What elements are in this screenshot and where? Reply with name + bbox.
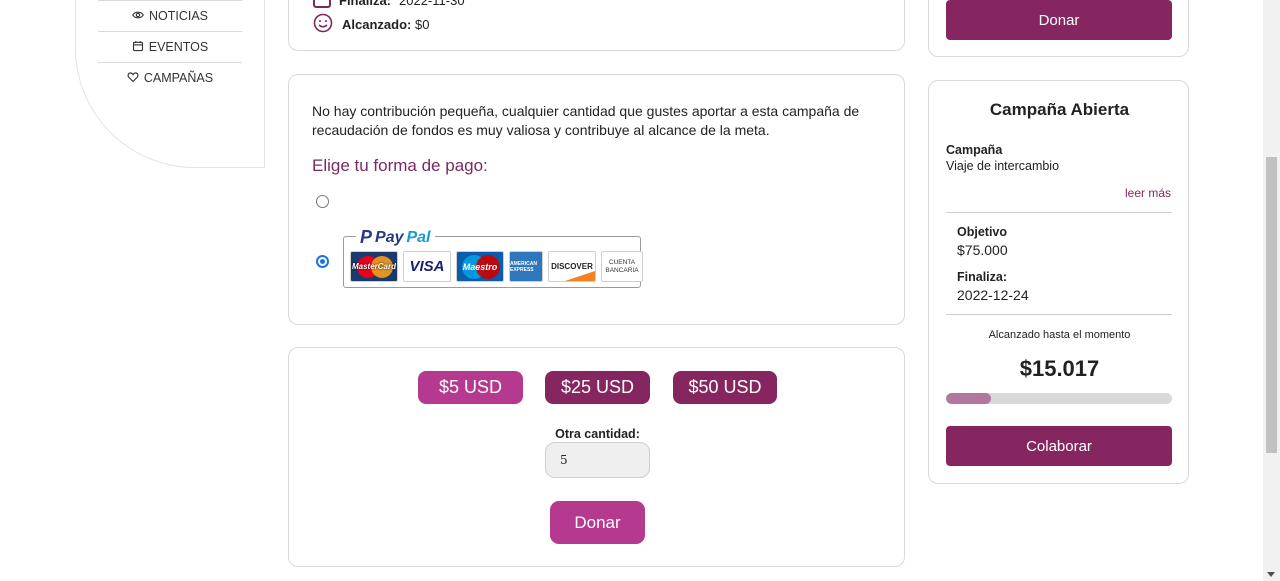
amount-5-button[interactable]: $5 USD [418, 371, 523, 404]
divider [946, 212, 1172, 213]
discover-icon: DISCOVER [548, 251, 596, 282]
nav-item-label: CAMPAÑAS [143, 71, 214, 85]
card-logos: MasterCard VISA Maestro AMERICAN EXPRESS… [350, 251, 643, 282]
otra-cantidad-input[interactable]: 5 [545, 442, 650, 478]
page: NOTICIAS EVENTOS CAMPAÑAS Finaliza: 2022… [0, 0, 1280, 581]
heart-icon [127, 71, 139, 86]
bank-account-icon: CUENTA BANCARIA [601, 251, 643, 282]
otra-cantidad-label: Otra cantidad: [555, 427, 640, 441]
campaign-open-card: Campaña Abierta Campaña Viaje de interca… [928, 80, 1189, 484]
paypal-option[interactable]: P Pay Pal MasterCard VISA Maestro AMERICA… [343, 227, 643, 288]
campana-value: Viaje de intercambio [946, 159, 1060, 173]
mastercard-icon: MasterCard [350, 251, 398, 282]
amount-25-button[interactable]: $25 USD [545, 371, 650, 404]
maestro-icon: Maestro [456, 251, 504, 282]
paypal-icon: P [360, 227, 373, 247]
paypal-logo: P Pay Pal [356, 227, 435, 248]
progress-bar [946, 393, 1172, 404]
payment-title: Elige tu forma de pago: [312, 156, 488, 175]
payment-method-card: No hay contribución pequeña, cualquier c… [288, 74, 905, 325]
alcanzado-hasta-label: Alcanzado hasta el momento [988, 329, 1131, 341]
scrollbar-thumb[interactable] [1266, 157, 1277, 453]
smile-icon [313, 13, 333, 36]
leer-mas-link[interactable]: leer más [1125, 186, 1171, 200]
payment-radio-empty[interactable] [316, 195, 329, 208]
amount-50-button[interactable]: $50 USD [673, 371, 777, 404]
campaign-open-title: Campaña Abierta [989, 100, 1130, 119]
divider [946, 314, 1172, 315]
alcanzado-row: Alcanzado: $0 [313, 13, 429, 36]
calendar-icon [313, 0, 331, 8]
finaliza-label: Finaliza: [957, 270, 1008, 284]
finaliza-value: 2022-11-30 [399, 0, 465, 8]
finaliza-label: Finaliza: [339, 0, 392, 8]
nav-item-campanas[interactable]: CAMPAÑAS [98, 62, 242, 93]
raised-amount: $15.017 [1019, 356, 1100, 381]
campana-label: Campaña [946, 143, 1003, 157]
donar-button[interactable]: Donar [550, 501, 645, 544]
alcanzado-label: Alcanzado: [342, 17, 412, 32]
amex-icon: AMERICAN EXPRESS [509, 251, 543, 282]
progress-fill [946, 393, 992, 404]
amount-card: $5 USD $25 USD $50 USD Otra cantidad: 5 … [288, 347, 905, 567]
finaliza-value: 2022-12-24 [957, 287, 1029, 303]
visa-icon: VISA [403, 251, 451, 282]
nav-item-eventos[interactable]: EVENTOS [98, 31, 242, 62]
nav-list: NOTICIAS EVENTOS CAMPAÑAS [98, 0, 242, 93]
eye-icon [132, 9, 144, 24]
scroll-down-arrow-icon[interactable] [1267, 572, 1275, 577]
calendar-icon [132, 40, 144, 55]
objetivo-value: $75.000 [957, 242, 1008, 258]
payment-radio-paypal[interactable] [316, 255, 329, 268]
nav-item-label: NOTICIAS [148, 9, 209, 23]
objetivo-label: Objetivo [957, 225, 1008, 239]
finaliza-row: Finaliza: 2022-11-30 [313, 0, 465, 8]
nav-item-label: EVENTOS [148, 40, 209, 54]
scrollbar[interactable] [1263, 0, 1280, 581]
payment-description: No hay contribución pequeña, cualquier c… [312, 103, 860, 138]
alcanzado-value: $0 [414, 17, 430, 32]
nav-item-noticias[interactable]: NOTICIAS [98, 0, 242, 31]
campaign-summary-card: Finaliza: 2022-11-30 Alcanzado: $0 [288, 0, 905, 51]
colaborar-button[interactable]: Colaborar [946, 426, 1172, 466]
donate-top-card: Donar [928, 0, 1189, 57]
donar-top-button[interactable]: Donar [946, 0, 1172, 40]
